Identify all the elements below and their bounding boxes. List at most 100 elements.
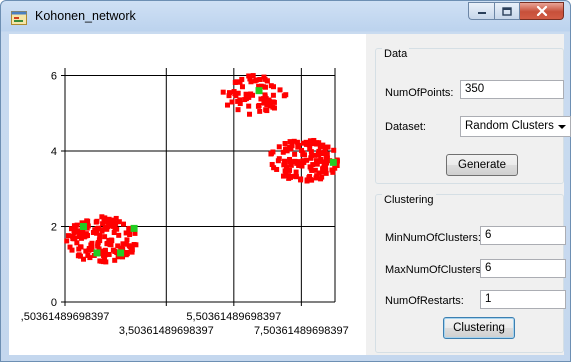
data-point <box>255 103 261 109</box>
restarts-input[interactable]: 1 <box>480 290 566 309</box>
data-point <box>101 254 107 260</box>
data-point <box>90 230 96 236</box>
data-point <box>124 237 130 243</box>
data-point <box>85 218 91 224</box>
data-point <box>111 230 117 236</box>
data-point <box>220 89 226 95</box>
data-point <box>320 165 326 171</box>
data-point <box>309 167 315 173</box>
title-bar[interactable]: Kohonen_network <box>1 1 570 33</box>
data-point <box>242 97 248 103</box>
data-point <box>304 178 310 184</box>
window-title: Kohonen_network <box>35 9 136 23</box>
data-point <box>250 92 256 98</box>
x-tick-label: 3,50361489698397 <box>119 325 214 337</box>
generate-button[interactable]: Generate <box>446 154 518 176</box>
data-point <box>323 170 329 176</box>
data-point <box>250 73 256 79</box>
minimize-button[interactable] <box>468 2 494 20</box>
cluster-center-point <box>93 249 101 257</box>
maximize-button[interactable] <box>494 2 520 20</box>
data-point <box>268 83 274 89</box>
data-point <box>235 98 241 104</box>
y-tick-label: 4 <box>51 146 57 158</box>
max-clusters-input[interactable]: 6 <box>480 259 566 278</box>
clustering-group: Clustering MinNumOfClusters: 6 MaxNumOfC… <box>375 194 566 353</box>
maximize-icon <box>502 6 512 16</box>
x-tick-label: ,50361489698397 <box>21 311 110 323</box>
clustering-group-title: Clustering <box>382 194 436 206</box>
data-point <box>277 87 283 93</box>
data-point <box>281 162 287 168</box>
dataset-label: Dataset: <box>385 121 426 133</box>
data-point <box>112 248 118 254</box>
data-point <box>292 151 298 157</box>
app-form-icon <box>11 11 27 25</box>
data-point <box>324 155 330 161</box>
data-point <box>227 90 233 96</box>
data-point <box>72 235 78 241</box>
x-tick-label: 7,50361489698397 <box>254 325 349 337</box>
data-point <box>85 252 91 258</box>
restarts-label: NumOfRestarts: <box>385 295 464 307</box>
chart-svg: ,50361489698397 3,50361489698397 5,5036148… <box>21 68 349 337</box>
data-point <box>309 177 315 183</box>
clustering-button[interactable]: Clustering <box>443 317 515 339</box>
data-point <box>80 229 86 235</box>
data-point <box>224 102 230 108</box>
y-tick-label: 0 <box>51 297 57 309</box>
min-clusters-input[interactable]: 6 <box>480 226 566 245</box>
data-point <box>107 241 113 247</box>
data-point <box>246 103 252 109</box>
data-point <box>270 99 276 105</box>
data-point <box>76 246 82 252</box>
data-point <box>72 225 78 231</box>
data-point <box>246 73 252 79</box>
data-point <box>308 155 314 161</box>
data-point <box>316 140 322 146</box>
data-point <box>97 258 103 264</box>
num-points-input[interactable]: 350 <box>460 80 564 99</box>
x-tick-label: 5,50361489698397 <box>186 311 281 323</box>
data-point <box>252 78 258 84</box>
cluster-center-point <box>329 158 337 166</box>
max-clusters-label: MaxNumOfClusters: <box>385 264 485 276</box>
data-point <box>286 167 292 173</box>
app-window: Kohonen_network ,50361489698397 3,5036148… <box>0 0 571 362</box>
data-point <box>319 151 325 157</box>
dataset-selected-value: Random Clusters <box>465 120 554 132</box>
data-point <box>257 108 263 114</box>
data-point <box>291 138 297 144</box>
close-icon <box>536 6 547 16</box>
num-points-label: NumOfPoints: <box>385 87 454 99</box>
data-point <box>115 243 121 249</box>
data-point <box>270 149 276 155</box>
minimize-icon <box>477 12 486 14</box>
data-point <box>330 169 336 175</box>
data-point <box>239 76 245 82</box>
data-point <box>76 252 82 258</box>
data-point <box>287 159 293 165</box>
dataset-select[interactable]: Random Clusters <box>460 116 571 137</box>
chevron-down-icon <box>558 125 566 129</box>
data-point <box>89 240 95 246</box>
data-point <box>116 219 122 225</box>
data-point <box>96 237 102 243</box>
cluster-center-point <box>79 223 87 231</box>
close-button[interactable] <box>520 2 564 20</box>
data-point <box>112 224 118 230</box>
data-point <box>292 159 298 165</box>
scatter-chart: ,50361489698397 3,50361489698397 5,5036148… <box>9 34 366 355</box>
data-point <box>94 218 100 224</box>
data-point <box>102 247 108 253</box>
data-point <box>293 169 299 175</box>
data-point <box>74 240 80 246</box>
data-point <box>276 156 282 162</box>
data-group-title: Data <box>382 48 410 60</box>
data-point <box>129 247 135 253</box>
data-point <box>313 175 319 181</box>
cluster-center-point <box>130 224 138 232</box>
data-point <box>229 99 235 105</box>
data-point <box>234 79 240 85</box>
data-point <box>96 225 102 231</box>
